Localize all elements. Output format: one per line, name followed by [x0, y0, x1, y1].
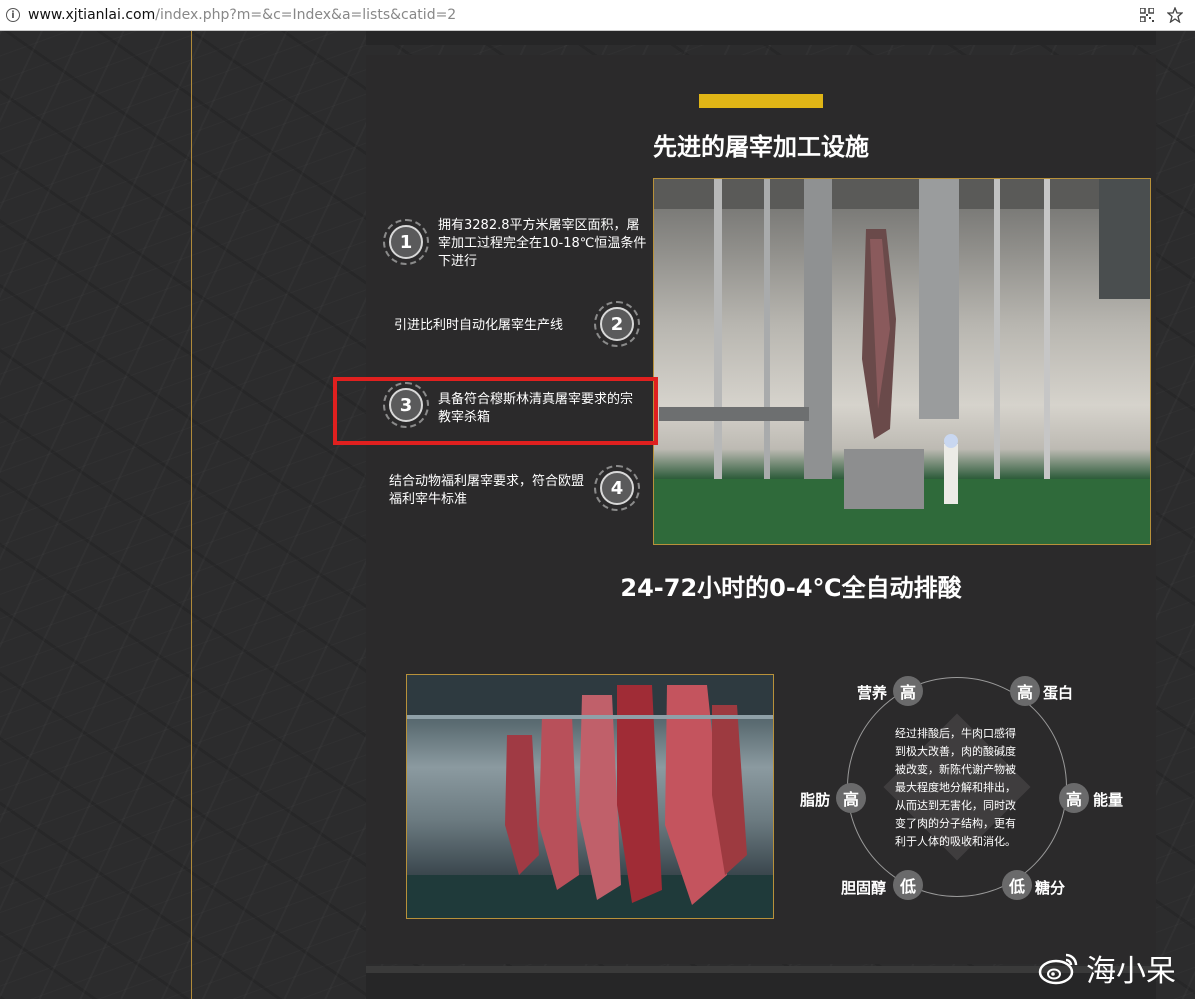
- nutrient-level-sugar: 低: [1002, 870, 1032, 900]
- section1-title: 先进的屠宰加工设施: [653, 133, 869, 161]
- number-1: 1: [389, 225, 423, 259]
- number-badge-4: 4: [594, 465, 640, 511]
- qr-code-icon[interactable]: [1139, 7, 1155, 23]
- nutrient-level-fat: 高: [836, 783, 866, 813]
- number-badge-1: 1: [383, 219, 429, 265]
- nutrient-label-sugar: 糖分: [1035, 879, 1066, 897]
- weibo-watermark: 海小呆: [1038, 948, 1176, 989]
- nutrient-label-cholesterol: 胆固醇: [841, 879, 887, 897]
- nutrient-level-energy: 高: [1059, 783, 1089, 813]
- weibo-icon: [1038, 951, 1080, 985]
- number-2: 2: [600, 307, 634, 341]
- nutrient-label-fat: 脂肪: [800, 791, 831, 809]
- browser-address-bar: i www.xjtianlai.com/index.php?m=&c=Index…: [0, 0, 1195, 31]
- nutrient-label-nutrition: 营养: [857, 684, 888, 702]
- nutrient-label-protein: 蛋白: [1043, 684, 1074, 702]
- top-strip: [366, 31, 1156, 45]
- feature-item-1: 拥有3282.8平方米屠宰区面积，屠宰加工过程完全在10-18℃恒温条件下进行: [438, 218, 647, 269]
- feature-item-4: 结合动物福利屠宰要求，符合欧盟福利宰牛标准: [389, 474, 585, 507]
- nutrient-label-energy: 能量: [1093, 791, 1124, 809]
- title-accent-bar: [699, 94, 823, 108]
- highlight-box: [333, 377, 658, 445]
- number-4: 4: [600, 471, 634, 505]
- aging-description: 经过排酸后，牛肉口感得到极大改善，肉的酸碱度被改变，新陈代谢产物被最大程度地分解…: [895, 727, 1016, 848]
- bookmark-star-icon[interactable]: [1167, 7, 1183, 23]
- carcass-chilling-photo: [406, 674, 774, 919]
- url-host: www.xjtianlai.com: [28, 7, 156, 23]
- vertical-divider: [191, 31, 192, 999]
- url-field[interactable]: www.xjtianlai.com/index.php?m=&c=Index&a…: [28, 7, 1139, 23]
- feature-item-2: 引进比利时自动化屠宰生产线: [394, 318, 564, 333]
- slaughter-facility-photo: [653, 178, 1151, 545]
- content-panel: 先进的屠宰加工设施 1 拥有3282.8平方米屠宰区面积，屠宰加工过程完全在10…: [333, 55, 1156, 964]
- info-icon[interactable]: i: [6, 8, 20, 22]
- watermark-text: 海小呆: [1086, 954, 1176, 989]
- section2-title: 24-72小时的0-4℃全自动排酸: [620, 574, 962, 602]
- number-badge-2: 2: [594, 301, 640, 347]
- nutrient-level-cholesterol: 低: [893, 870, 923, 900]
- nutrient-level-protein: 高: [1010, 676, 1040, 706]
- nutrient-level-nutrition: 高: [893, 676, 923, 706]
- url-path: /index.php?m=&c=Index&a=lists&catid=2: [155, 7, 457, 23]
